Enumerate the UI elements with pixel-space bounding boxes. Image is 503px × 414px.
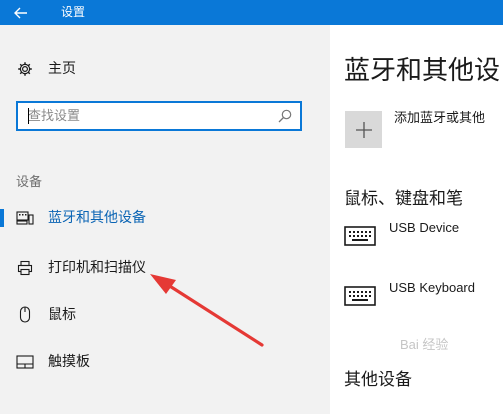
back-arrow-icon bbox=[14, 7, 27, 18]
add-device-button[interactable] bbox=[345, 111, 382, 148]
sidebar-item-label: 打印机和扫描仪 bbox=[48, 260, 146, 276]
sidebar-item-label: 蓝牙和其他设备 bbox=[48, 210, 146, 226]
section-title-mouse-keyboard-pen: 鼠标、键盘和笔 bbox=[344, 189, 463, 209]
gear-icon bbox=[16, 60, 34, 78]
device-item[interactable]: USB Keyboard bbox=[344, 280, 503, 312]
sidebar-item-printers-scanners[interactable]: 打印机和扫描仪 bbox=[0, 251, 320, 285]
sidebar-item-label: 触摸板 bbox=[48, 354, 90, 370]
keyboard-icon bbox=[344, 286, 376, 306]
text-caret bbox=[28, 108, 29, 124]
section-label-devices: 设备 bbox=[16, 175, 43, 190]
sidebar-item-touchpad[interactable]: 触摸板 bbox=[0, 345, 320, 379]
sidebar-item-home[interactable]: 主页 bbox=[0, 52, 320, 86]
mouse-icon bbox=[16, 306, 34, 324]
main-content: 蓝牙和其他设 添加蓝牙或其他 鼠标、键盘和笔 USB Device USB Ke… bbox=[330, 25, 503, 414]
back-button[interactable] bbox=[0, 0, 42, 25]
selection-indicator bbox=[0, 209, 4, 227]
device-item[interactable]: USB Device bbox=[344, 220, 503, 252]
device-name: USB Device bbox=[389, 220, 460, 235]
sidebar-item-label: 鼠标 bbox=[48, 307, 76, 323]
search-input[interactable] bbox=[18, 103, 268, 129]
keyboard-icon bbox=[344, 226, 376, 246]
section-title-other-devices: 其他设备 bbox=[344, 370, 412, 390]
page-title: 蓝牙和其他设 bbox=[344, 56, 501, 86]
title-bar: 设置 bbox=[0, 0, 503, 25]
printer-icon bbox=[16, 259, 34, 277]
search-icon[interactable] bbox=[277, 108, 293, 124]
sidebar-item-mouse[interactable]: 鼠标 bbox=[0, 298, 320, 332]
touchpad-icon bbox=[16, 353, 34, 371]
sidebar: 主页 设备 蓝牙和其他设备 bbox=[0, 25, 330, 414]
watermark: Bai 经验 bbox=[400, 337, 449, 352]
bluetooth-devices-icon bbox=[16, 209, 34, 227]
sidebar-item-bluetooth-devices[interactable]: 蓝牙和其他设备 bbox=[0, 201, 320, 235]
window-title: 设置 bbox=[61, 5, 86, 19]
search-box[interactable] bbox=[16, 101, 302, 131]
device-name: USB Keyboard bbox=[389, 280, 475, 295]
sidebar-item-label: 主页 bbox=[48, 61, 76, 77]
plus-icon bbox=[355, 121, 372, 138]
add-device-label[interactable]: 添加蓝牙或其他 bbox=[394, 107, 485, 126]
